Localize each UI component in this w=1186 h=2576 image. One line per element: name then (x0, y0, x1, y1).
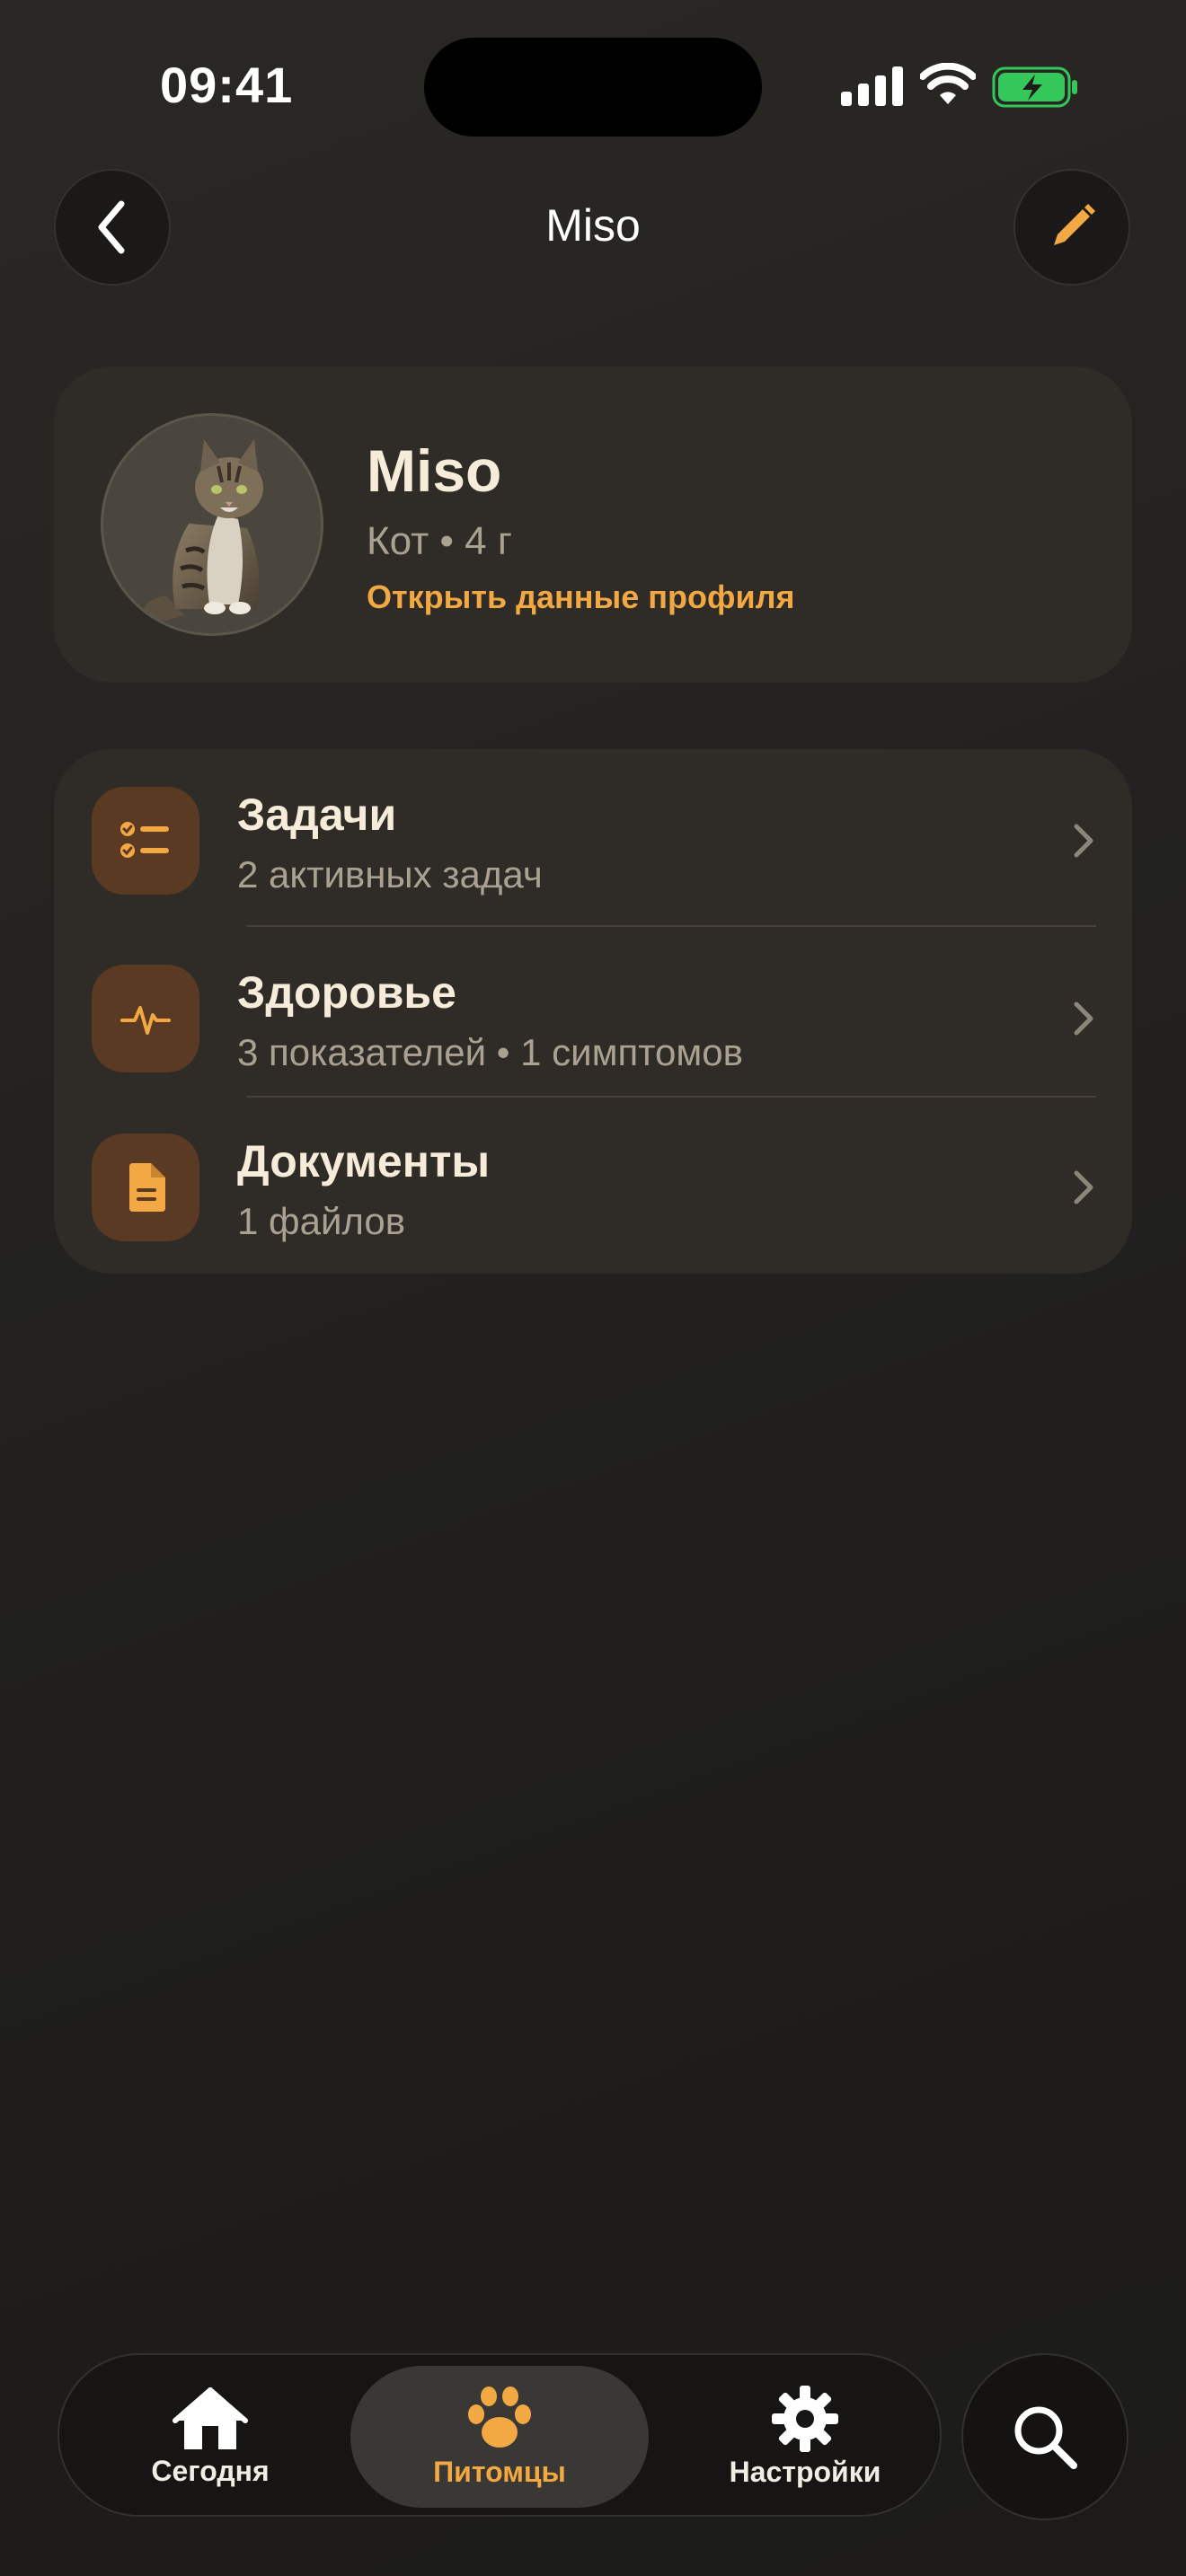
menu-item-subtitle: 2 активных задач (237, 853, 543, 895)
page-title: Miso (545, 200, 641, 251)
pet-name: Miso (367, 437, 502, 504)
health-icon-box (92, 965, 199, 1072)
edit-button[interactable] (1013, 169, 1130, 286)
tab-label: Сегодня (151, 2454, 270, 2487)
menu-item-title: Задачи (237, 790, 397, 840)
tab-settings[interactable]: Настройки (688, 2366, 922, 2508)
tab-label: Питомцы (433, 2455, 566, 2488)
search-icon (1014, 2406, 1077, 2469)
menu-item-documents[interactable]: Документы 1 файлов (54, 1096, 1132, 1265)
pet-avatar (101, 413, 323, 636)
menu-item-health[interactable]: Здоровье 3 показателей • 1 симптомов (54, 927, 1132, 1096)
pet-meta: Кот • 4 г (367, 519, 512, 563)
chevron-right-icon (1074, 1170, 1093, 1204)
pet-sections-list: Задачи 2 активных задач Здоровье 3 показ… (54, 749, 1132, 1274)
dynamic-island (424, 38, 762, 137)
status-time: 09:41 (160, 57, 294, 113)
menu-item-title: Документы (237, 1136, 491, 1187)
menu-item-title: Здоровье (237, 967, 456, 1018)
chevron-right-icon (1074, 1001, 1093, 1036)
heartbeat-icon (120, 1006, 171, 1035)
tab-bar: Сегодня Питомцы Настройки (58, 2353, 942, 2517)
pencil-icon (1054, 204, 1095, 245)
tab-pets[interactable]: Питомцы (350, 2366, 649, 2508)
search-button[interactable] (961, 2353, 1128, 2520)
tab-label: Настройки (729, 2455, 881, 2488)
document-icon (129, 1163, 165, 1212)
cat-photo (144, 439, 263, 622)
menu-item-subtitle: 3 показателей • 1 симптомов (237, 1031, 743, 1073)
cellular-signal-icon (841, 66, 903, 106)
wifi-icon (920, 63, 976, 104)
paw-icon (468, 2386, 531, 2448)
chevron-right-icon (1074, 824, 1093, 858)
gear-icon (772, 2385, 838, 2452)
battery-charging-icon (992, 66, 1077, 108)
menu-item-subtitle: 1 файлов (237, 1200, 406, 1242)
open-profile-link[interactable]: Открыть данные профиля (367, 578, 795, 616)
tasks-icon-box (92, 787, 199, 895)
menu-item-tasks[interactable]: Задачи 2 активных задач (54, 749, 1132, 918)
tab-today[interactable]: Сегодня (102, 2366, 318, 2508)
home-icon (173, 2386, 248, 2449)
checklist-icon (120, 822, 169, 858)
profile-card[interactable]: Miso Кот • 4 г Открыть данные профиля (54, 366, 1132, 683)
documents-icon-box (92, 1134, 199, 1241)
